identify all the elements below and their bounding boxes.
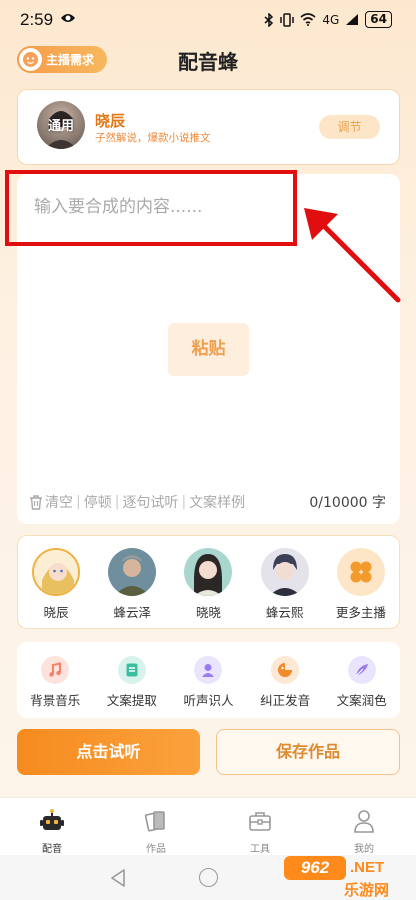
- works-icon: [144, 811, 165, 832]
- tab-tools[interactable]: 工具: [208, 798, 312, 855]
- sentence-preview-button[interactable]: 逐句试听: [122, 492, 178, 512]
- annotation-highlight-box: [5, 170, 297, 246]
- char-count: 0/10000 字: [309, 495, 386, 511]
- anchor-avatar: [32, 548, 81, 596]
- tab-label: 配音: [42, 844, 62, 855]
- home-icon[interactable]: [199, 868, 218, 887]
- tab-label: 工具: [250, 844, 270, 855]
- page-title: 配音蜂: [178, 50, 238, 74]
- anchor-item[interactable]: 晓晓: [176, 548, 240, 628]
- bluetooth-icon: [264, 12, 274, 27]
- tool-pronunciation[interactable]: 纠正发音: [251, 656, 319, 718]
- anchor-item[interactable]: 晓辰: [24, 548, 88, 628]
- clear-button[interactable]: 清空: [45, 492, 73, 512]
- editor-toolbar: 清空 | 停顿 | 逐句试听 | 文案样例: [29, 492, 245, 512]
- voice-name: 晓辰: [95, 112, 126, 130]
- watermark-badge: 962: [284, 856, 346, 880]
- anchor-item[interactable]: 蜂云熙: [253, 548, 317, 628]
- adjust-button[interactable]: 调节: [319, 115, 380, 139]
- watermark-logo: 962 .NET 乐游网: [284, 855, 412, 900]
- status-icons: 4G 64: [264, 11, 392, 28]
- tab-label: 作品: [146, 844, 166, 855]
- tool-label: 纠正发音: [260, 693, 311, 708]
- trash-icon[interactable]: [29, 494, 43, 510]
- more-anchors-button[interactable]: 更多主播: [329, 548, 393, 628]
- more-anchors-label: 更多主播: [335, 605, 386, 620]
- music-icon: [41, 656, 70, 684]
- anchor-item[interactable]: 蜂云泽: [100, 548, 164, 628]
- wifi-icon: [300, 13, 316, 26]
- extract-icon: [117, 656, 146, 684]
- tool-label: 文案提取: [106, 693, 157, 708]
- vibrate-icon: [280, 12, 295, 27]
- anchor-avatar: [108, 548, 157, 596]
- voice-avatar-tag: 通用: [47, 119, 74, 134]
- tool-text-polish[interactable]: 文案润色: [328, 656, 396, 718]
- divider: |: [114, 494, 120, 510]
- tool-label: 文案润色: [336, 693, 387, 708]
- anchor-name: 蜂云泽: [113, 605, 152, 620]
- anchor-list: 晓辰 蜂云泽 晓晓 蜂云熙 更多主播: [17, 535, 400, 629]
- network-type: 4G: [322, 12, 340, 27]
- tool-label: 听声识人: [183, 693, 234, 708]
- copy-sample-button[interactable]: 文案样例: [189, 492, 245, 512]
- robot-icon: [40, 809, 64, 830]
- pause-button[interactable]: 停顿: [84, 492, 112, 512]
- tab-profile[interactable]: 我的: [312, 798, 416, 855]
- save-work-button[interactable]: 保存作品: [216, 729, 400, 775]
- divider: |: [76, 494, 81, 510]
- tab-label: 我的: [354, 844, 374, 855]
- back-icon[interactable]: [110, 869, 126, 887]
- tool-text-extract[interactable]: 文案提取: [98, 656, 166, 718]
- battery-indicator: 64: [365, 11, 392, 28]
- selected-voice-card[interactable]: 通用 晓辰 子然解说，爆款小说推文 调节: [17, 89, 400, 165]
- profile-icon: [354, 810, 374, 833]
- paste-button[interactable]: 粘贴: [168, 323, 249, 376]
- person-icon: [194, 656, 223, 684]
- bottom-tab-bar: 配音 作品 工具 我的: [0, 797, 416, 855]
- divider: |: [181, 494, 187, 510]
- listen-button[interactable]: 点击试听: [17, 729, 200, 775]
- polish-icon: [347, 656, 376, 684]
- tool-label: 背景音乐: [30, 693, 81, 708]
- anchor-name: 蜂云熙: [265, 605, 304, 620]
- header: 主播需求 配音蜂: [0, 40, 416, 80]
- tab-dubbing[interactable]: 配音: [0, 798, 104, 855]
- tools-panel: 背景音乐 文案提取 听声识人 纠正发音 文案润色: [17, 642, 400, 718]
- pronounce-icon: [271, 656, 300, 684]
- status-bar: 2:59 4G 64: [0, 0, 416, 40]
- watermark-suffix: .NET: [350, 859, 385, 876]
- eye-icon: [61, 14, 75, 22]
- voice-description: 子然解说，爆款小说推文: [95, 132, 211, 144]
- clover-icon: [336, 548, 385, 596]
- anchor-avatar: [184, 548, 233, 596]
- watermark-sub: 乐游网: [344, 881, 390, 899]
- toolbox-icon: [249, 812, 271, 831]
- signal-icon: [346, 14, 359, 25]
- tool-voice-recognition[interactable]: 听声识人: [174, 656, 242, 718]
- anchor-avatar: [260, 548, 309, 596]
- tool-background-music[interactable]: 背景音乐: [21, 656, 89, 718]
- voice-avatar: 通用: [37, 101, 85, 149]
- annotation-arrow-icon: [304, 208, 401, 303]
- anchor-name: 晓晓: [195, 605, 221, 620]
- tab-works[interactable]: 作品: [104, 798, 208, 855]
- status-time: 2:59: [20, 10, 54, 29]
- anchor-name: 晓辰: [43, 605, 69, 620]
